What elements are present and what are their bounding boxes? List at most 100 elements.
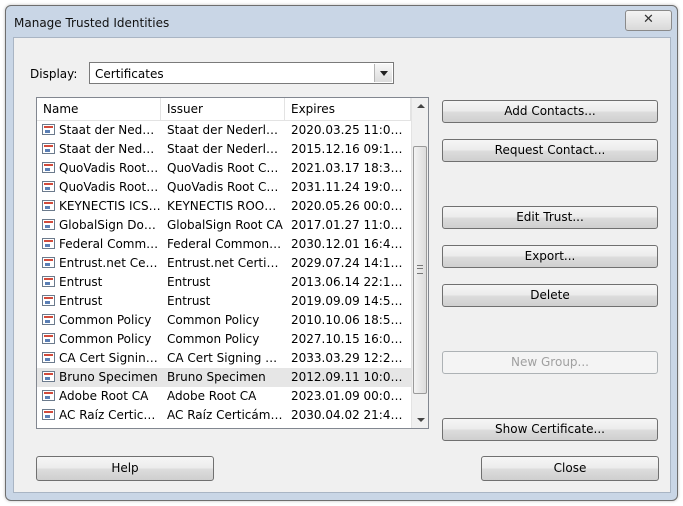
- certificate-icon: [42, 257, 55, 268]
- cell-expires: 2013.06.14 22:10:01 Z: [291, 275, 409, 289]
- certificate-icon: [42, 295, 55, 306]
- list-item[interactable]: QuoVadis Root C... QuoVadis Root Cer... 20…: [37, 159, 411, 178]
- cell-issuer: Staat der Nederlan...: [167, 142, 283, 156]
- cell-name: Common Policy: [59, 332, 152, 346]
- cell-expires: 2021.03.17 18:33:33 Z: [291, 161, 409, 175]
- cell-name: Bruno Specimen: [59, 370, 158, 384]
- column-header-name[interactable]: Name: [37, 98, 161, 120]
- cell-issuer: Common Policy: [167, 313, 260, 327]
- chevron-down-icon[interactable]: [374, 64, 392, 82]
- list-item[interactable]: Adobe Root CA Adobe Root CA 2023.01.09 00:…: [37, 387, 411, 406]
- cell-expires: 2015.12.16 09:15:38 Z: [291, 142, 409, 156]
- new-group-button: New Group...: [442, 351, 658, 374]
- certificate-icon: [42, 181, 55, 192]
- list-header: Name Issuer Expires: [37, 98, 411, 121]
- display-select-value: Certificates: [95, 67, 164, 81]
- cell-expires: 2019.09.09 14:57:51 Z: [291, 294, 409, 308]
- grip-icon: [417, 265, 423, 274]
- show-certificate-button[interactable]: Show Certificate...: [442, 418, 658, 441]
- export-button[interactable]: Export...: [442, 245, 658, 268]
- cell-issuer: AC Raíz Certicámar...: [167, 408, 283, 422]
- list-item[interactable]: GlobalSign Docu... GlobalSign Root CA 2017…: [37, 216, 411, 235]
- list-item[interactable]: Common Policy Common Policy 2027.10.15 16:…: [37, 330, 411, 349]
- certificate-icon: [42, 162, 55, 173]
- cell-name: Federal Commo...: [59, 237, 161, 251]
- dialog-window: Manage Trusted Identities ✕ Display: Cer…: [5, 5, 678, 501]
- edit-trust-button[interactable]: Edit Trust...: [442, 206, 658, 229]
- scroll-up-icon[interactable]: [412, 98, 428, 115]
- help-button[interactable]: Help: [36, 456, 214, 481]
- window-close-button[interactable]: ✕: [625, 10, 672, 31]
- cell-name: QuoVadis Root C...: [59, 161, 161, 175]
- certificate-icon: [42, 276, 55, 287]
- cell-issuer: CA Cert Signing Au...: [167, 351, 283, 365]
- list-item[interactable]: Entrust.net Certif... Entrust.net Certifi…: [37, 254, 411, 273]
- vertical-scrollbar[interactable]: [411, 98, 428, 428]
- dialog-title: Manage Trusted Identities: [14, 16, 170, 30]
- cell-issuer: Entrust.net Certific...: [167, 256, 283, 270]
- cell-expires: 2029.07.24 14:15:12 Z: [291, 256, 409, 270]
- certificate-icon: [42, 371, 55, 382]
- cell-expires: 2010.10.06 18:53:56 Z: [291, 313, 409, 327]
- cell-name: KEYNECTIS ICS CA: [59, 199, 161, 213]
- cell-name: GlobalSign Docu...: [59, 218, 161, 232]
- cell-expires: 2030.12.01 16:45:27 Z: [291, 237, 409, 251]
- delete-button[interactable]: Delete: [442, 284, 658, 307]
- certificate-icon: [42, 143, 55, 154]
- cell-name: AC Raíz Certicám...: [59, 408, 161, 422]
- certificate-icon: [42, 200, 55, 211]
- cell-issuer: Staat der Nederlan...: [167, 123, 283, 137]
- cell-expires: 2033.03.29 12:29:49 Z: [291, 351, 409, 365]
- cell-name: Entrust: [59, 275, 103, 289]
- close-icon: ✕: [643, 12, 654, 27]
- list-item[interactable]: Staat der Nederla... Staat der Nederlan..…: [37, 121, 411, 140]
- certificate-icon: [42, 390, 55, 401]
- cell-issuer: GlobalSign Root CA: [167, 218, 283, 232]
- cell-issuer: QuoVadis Root CA 3: [167, 180, 283, 194]
- list-item[interactable]: Bruno Specimen Bruno Specimen 2012.09.11 1…: [37, 368, 411, 387]
- cell-name: Entrust.net Certif...: [59, 256, 161, 270]
- cell-expires: 2020.03.25 11:03:10 Z: [291, 123, 409, 137]
- cell-issuer: Common Policy: [167, 332, 260, 346]
- display-select[interactable]: Certificates: [89, 62, 394, 84]
- scrollbar-thumb[interactable]: [413, 146, 427, 394]
- certificate-icon: [42, 124, 55, 135]
- cell-expires: 2017.01.27 11:00:00 Z: [291, 218, 409, 232]
- cell-name: Adobe Root CA: [59, 389, 149, 403]
- certificate-icon: [42, 219, 55, 230]
- list-rows: Staat der Nederla... Staat der Nederlan..…: [37, 121, 411, 425]
- list-item[interactable]: CA Cert Signing ... CA Cert Signing Au...…: [37, 349, 411, 368]
- cell-expires: 2027.10.15 16:08:00 Z: [291, 332, 409, 346]
- list-item[interactable]: QuoVadis Root C... QuoVadis Root CA 3 2031…: [37, 178, 411, 197]
- certificate-icon: [42, 314, 55, 325]
- list-item[interactable]: Entrust Entrust 2013.06.14 22:10:01 Z: [37, 273, 411, 292]
- list-item[interactable]: Federal Commo... Federal Common P... 2030.…: [37, 235, 411, 254]
- list-item[interactable]: KEYNECTIS ICS CA KEYNECTIS ROOT ... 2020.0…: [37, 197, 411, 216]
- list-item[interactable]: Entrust Entrust 2019.09.09 14:57:51 Z: [37, 292, 411, 311]
- certificate-icon: [42, 333, 55, 344]
- add-contacts-button[interactable]: Add Contacts...: [442, 100, 658, 123]
- list-item[interactable]: Common Policy Common Policy 2010.10.06 18:…: [37, 311, 411, 330]
- cell-name: QuoVadis Root C...: [59, 180, 161, 194]
- cell-name: Staat der Nederla...: [59, 123, 161, 137]
- list-item[interactable]: AC Raíz Certicám... AC Raíz Certicámar...…: [37, 406, 411, 425]
- cell-issuer: Federal Common P...: [167, 237, 283, 251]
- dialog-client-area: Display: Certificates Name Issuer Expire…: [13, 37, 671, 493]
- cell-issuer: Entrust: [167, 275, 211, 289]
- close-button[interactable]: Close: [481, 456, 659, 481]
- cell-issuer: Adobe Root CA: [167, 389, 257, 403]
- cell-issuer: QuoVadis Root Cer...: [167, 161, 283, 175]
- certificate-icon: [42, 409, 55, 420]
- cell-issuer: Entrust: [167, 294, 211, 308]
- cell-name: Staat der Nederla...: [59, 142, 161, 156]
- request-contact-button[interactable]: Request Contact...: [442, 139, 658, 162]
- cell-name: Entrust: [59, 294, 103, 308]
- list-item[interactable]: Staat der Nederla... Staat der Nederlan..…: [37, 140, 411, 159]
- column-header-issuer[interactable]: Issuer: [161, 98, 285, 120]
- display-label: Display:: [30, 67, 78, 81]
- cell-expires: 2012.09.11 10:01:54 Z: [291, 370, 409, 384]
- scroll-down-icon[interactable]: [412, 411, 428, 428]
- identities-list[interactable]: Name Issuer Expires Staat der Nederla...…: [36, 97, 429, 429]
- cell-expires: 2020.05.26 00:00:00 Z: [291, 199, 409, 213]
- column-header-expires[interactable]: Expires: [285, 98, 411, 120]
